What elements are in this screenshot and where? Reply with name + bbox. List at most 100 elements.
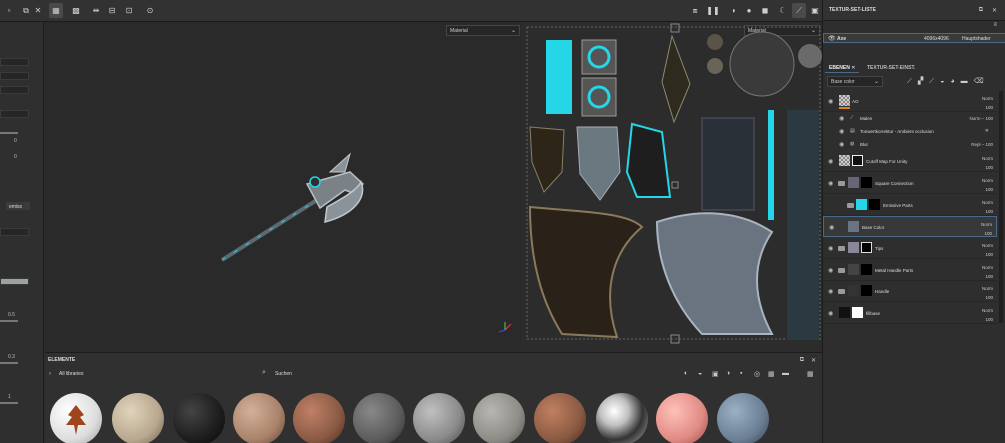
- asset-sphere-6[interactable]: [353, 393, 405, 443]
- brush-icon[interactable]: ⟋: [792, 3, 806, 18]
- assets-close-icon[interactable]: ✕: [811, 357, 816, 364]
- library-selector[interactable]: All libraries: [59, 371, 83, 377]
- viewport-3d[interactable]: Material ⌄: [45, 22, 521, 347]
- eye-icon[interactable]: ◉: [829, 224, 834, 231]
- material-ball-icon[interactable]: ●: [742, 3, 756, 18]
- align-icon[interactable]: ⊟: [105, 3, 119, 18]
- effect-levels[interactable]: ◉ ▤ Tonwertkorrektur - Ambient occlusion…: [823, 126, 997, 138]
- asset-sphere-5[interactable]: [293, 393, 345, 443]
- channel-dropdown[interactable]: Base color ⌄: [827, 76, 883, 87]
- pause-icon[interactable]: ❚❚: [706, 3, 720, 18]
- asset-sphere-11[interactable]: [656, 393, 708, 443]
- property-slider-4[interactable]: [0, 402, 18, 404]
- effect-blur[interactable]: ◉ ◍ Blur Repl – 100: [823, 139, 997, 151]
- add-fill-layer-icon[interactable]: ⟋: [929, 78, 940, 85]
- folder-emissive-parts[interactable]: Emissive Parts Norm 100: [823, 195, 997, 216]
- folder-metal-handle-parts[interactable]: ◉ Metal Handle Parts Norm 100: [823, 260, 997, 281]
- property-value-3[interactable]: 0.5: [8, 312, 15, 318]
- property-dropdown-3[interactable]: [0, 86, 29, 94]
- asset-sphere-12[interactable]: [717, 393, 769, 443]
- grid-fine-icon[interactable]: ▩: [69, 3, 83, 18]
- emissive-button[interactable]: emiss: [6, 202, 30, 210]
- frame-icon[interactable]: ⊡: [122, 3, 136, 18]
- eye-icon[interactable]: ◉: [839, 115, 844, 122]
- layers-scrollbar[interactable]: [999, 91, 1003, 323]
- float-icon[interactable]: ⧉: [979, 7, 983, 14]
- eye-icon[interactable]: ◉: [828, 245, 833, 252]
- filter-mask-icon[interactable]: ◑: [726, 370, 730, 377]
- asset-sphere-3[interactable]: [173, 393, 225, 443]
- tab-texture-set-settings[interactable]: TEXTUR-SET-EINST.: [863, 63, 919, 73]
- filter-smart-icon[interactable]: ◒: [698, 370, 702, 377]
- property-slider-3[interactable]: [0, 362, 18, 364]
- property-slider-1[interactable]: [0, 132, 18, 134]
- layer-base-color[interactable]: ◉ Base Color Norm 100: [823, 216, 997, 237]
- eye-icon[interactable]: ◉: [828, 180, 833, 187]
- asset-sphere-1[interactable]: [50, 393, 102, 443]
- layer-ao[interactable]: ◉ AO Norm 100: [823, 91, 997, 112]
- search-input[interactable]: Suchen: [275, 371, 292, 377]
- close-icon[interactable]: ✕: [851, 65, 855, 71]
- filter-brush-icon[interactable]: ◎: [754, 370, 760, 378]
- asset-sphere-2[interactable]: [112, 393, 164, 443]
- effect-icon[interactable]: ⟋: [907, 78, 918, 85]
- color-swatch[interactable]: [0, 278, 29, 285]
- eye-icon[interactable]: ◉: [828, 288, 833, 295]
- asset-sphere-8[interactable]: [473, 393, 525, 443]
- assets-float-icon[interactable]: ⧉: [800, 357, 804, 364]
- view-grid-icon[interactable]: ▦: [807, 370, 814, 378]
- render-icon[interactable]: ▣: [808, 3, 822, 18]
- property-field-5[interactable]: [0, 228, 29, 236]
- mask-icon[interactable]: ◕: [950, 78, 960, 85]
- target-icon[interactable]: ⊙: [143, 3, 157, 18]
- close-icon[interactable]: ✕: [31, 3, 45, 18]
- chevron-right-icon[interactable]: ›: [49, 371, 51, 377]
- fill-icon[interactable]: ◒: [940, 78, 950, 85]
- filter-grid-icon[interactable]: ▦: [768, 370, 775, 378]
- collapse-icon[interactable]: ▫: [2, 3, 16, 18]
- filter-alpha-icon[interactable]: ▪: [740, 370, 742, 377]
- property-dropdown-2[interactable]: [0, 72, 29, 80]
- folder-handle[interactable]: ◉ Handle Norm 100: [823, 281, 997, 302]
- asset-sphere-9[interactable]: [534, 393, 586, 443]
- eye-icon[interactable]: ◉: [828, 267, 833, 274]
- add-paint-layer-icon[interactable]: ▞: [918, 78, 929, 85]
- asset-sphere-4[interactable]: [233, 393, 285, 443]
- camera-icon[interactable]: ◼: [758, 3, 772, 18]
- viewport-2d[interactable]: Material ⌄: [522, 22, 822, 347]
- layer-cutoff-map[interactable]: ◉ Cutoff Map For Unity Norm 100: [823, 151, 997, 172]
- mirror-icon[interactable]: ⇹: [89, 3, 103, 18]
- filter-env-icon[interactable]: ▬: [782, 370, 789, 377]
- menu-icon[interactable]: ≡: [993, 22, 997, 28]
- tab-layers[interactable]: EBENEN ✕: [825, 63, 860, 73]
- texture-set-row[interactable]: 👁 Axe 4096x4096 Hauptshader: [823, 33, 1005, 43]
- eye-icon[interactable]: 👁: [828, 35, 836, 42]
- folder-tips[interactable]: ◉ Tips Norm 100: [823, 238, 997, 259]
- close-icon[interactable]: ✕: [992, 7, 997, 14]
- screenshot-icon[interactable]: ⧈: [688, 3, 702, 18]
- delete-icon[interactable]: ⌫: [974, 78, 990, 85]
- eye-icon[interactable]: ◉: [828, 310, 833, 317]
- eye-icon[interactable]: ◉: [828, 158, 833, 165]
- folder-square-connection[interactable]: ◉ Square Connection Norm 100: [823, 173, 997, 194]
- grid-icon[interactable]: ▦: [49, 3, 63, 18]
- light-icon[interactable]: ☾: [776, 3, 790, 18]
- layer-fillbase[interactable]: ◉ fillbase Norm 100: [823, 303, 997, 324]
- filter-texture-icon[interactable]: ▣: [712, 370, 719, 378]
- close-icon[interactable]: ✕: [985, 128, 989, 134]
- property-value-4[interactable]: 0.3: [8, 354, 15, 360]
- view-mode-icon[interactable]: ◑: [726, 3, 740, 18]
- asset-sphere-10[interactable]: [596, 393, 648, 443]
- eye-icon[interactable]: ◉: [828, 98, 833, 105]
- property-slider-2[interactable]: [0, 320, 18, 322]
- eye-icon[interactable]: ◉: [839, 128, 844, 135]
- property-dropdown-4[interactable]: [0, 110, 29, 118]
- layer-tools[interactable]: ⟋▞⟋◒◕▬⌫: [907, 77, 990, 86]
- filter-material-icon[interactable]: ◐: [684, 370, 688, 377]
- property-dropdown-1[interactable]: [0, 58, 29, 66]
- asset-sphere-7[interactable]: [413, 393, 465, 443]
- property-value-2[interactable]: 0: [14, 154, 17, 160]
- effect-paint[interactable]: ◉ ⟋ Malen Norm – 100: [823, 113, 997, 125]
- property-value-5[interactable]: 1: [8, 394, 11, 400]
- folder-icon[interactable]: ▬: [961, 78, 974, 85]
